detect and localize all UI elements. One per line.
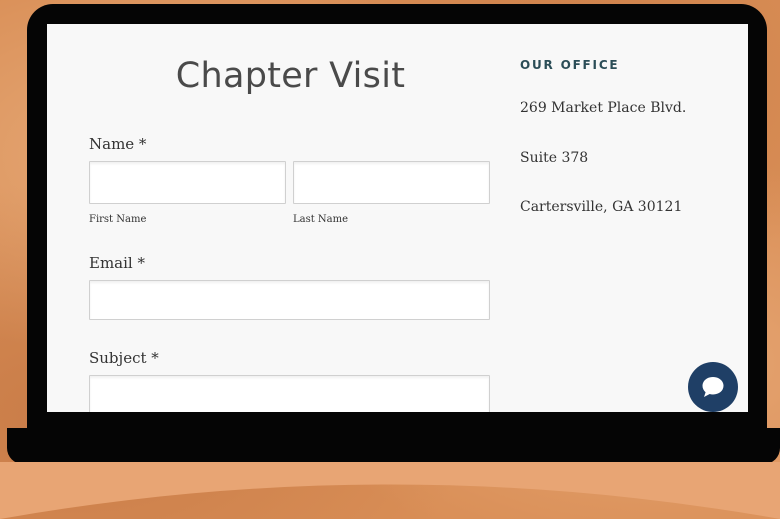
laptop-base (7, 428, 780, 464)
first-name-input[interactable] (89, 161, 286, 204)
email-field[interactable] (89, 280, 490, 320)
page-title: Chapter Visit (175, 56, 406, 96)
office-address-line3: Cartersville, GA 30121 (520, 199, 683, 215)
chat-button[interactable] (688, 362, 738, 412)
subject-field[interactable] (89, 375, 490, 412)
last-name-input[interactable] (293, 161, 490, 204)
subject-label: Subject * (89, 349, 159, 367)
first-name-sublabel: First Name (89, 214, 147, 225)
chat-bubble-icon (702, 377, 724, 397)
office-heading: OUR OFFICE (520, 58, 620, 72)
email-label: Email * (89, 254, 145, 272)
name-label: Name * (89, 135, 147, 153)
last-name-sublabel: Last Name (293, 214, 349, 225)
office-address-line1: 269 Market Place Blvd. (520, 100, 687, 116)
laptop-screen: Chapter Visit Name * First Name Last Nam… (47, 24, 748, 412)
office-address-line2: Suite 378 (520, 150, 589, 166)
desk-wave (0, 462, 780, 519)
